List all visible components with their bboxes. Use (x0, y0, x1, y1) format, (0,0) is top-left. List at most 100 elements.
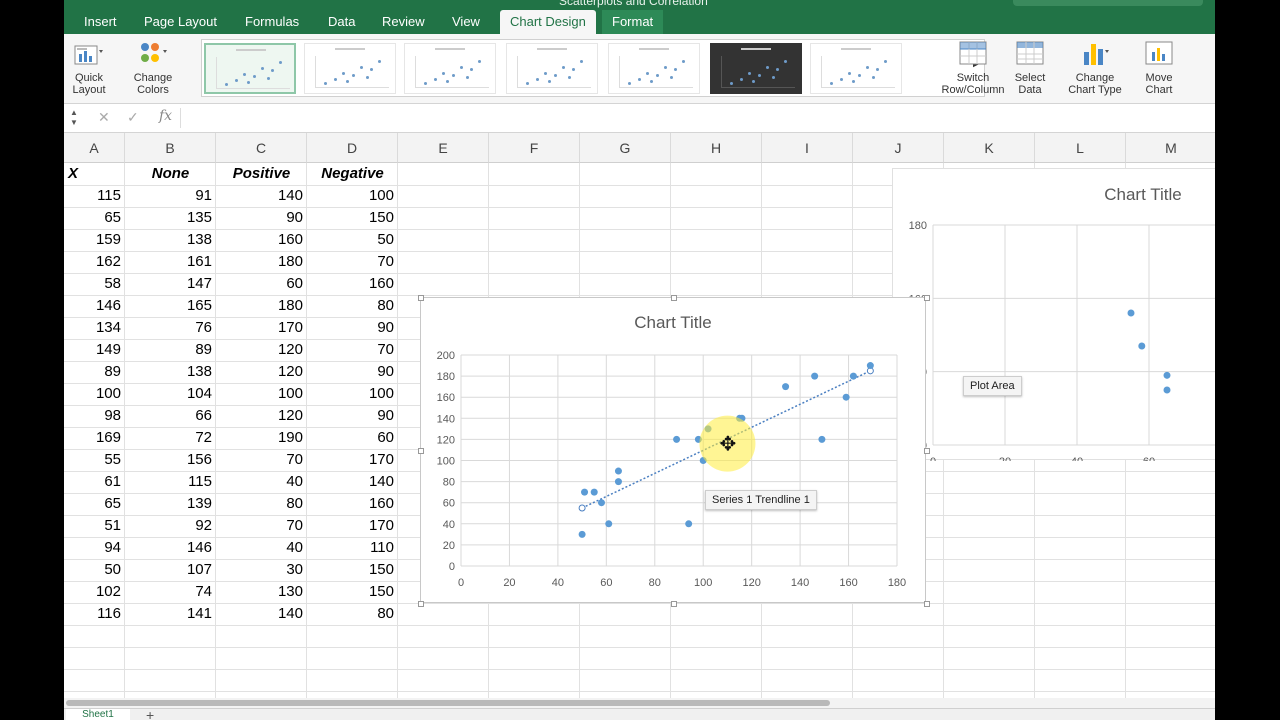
scatter-point[interactable] (782, 383, 790, 391)
resize-handle[interactable] (924, 601, 930, 607)
column-header-i[interactable]: I (762, 133, 853, 163)
search-sheet-box[interactable] (1013, 0, 1203, 6)
tab-insert[interactable]: Insert (74, 10, 127, 34)
scatter-point[interactable] (849, 372, 857, 380)
select-data-button[interactable]: Select Data (1008, 38, 1052, 96)
change-colors-icon (137, 38, 169, 68)
title-bar: Scatterplots and Correlation (64, 0, 1215, 10)
scatter-point[interactable] (605, 520, 613, 528)
fx-icon[interactable]: fx (159, 108, 172, 124)
thumbnail-point (452, 74, 455, 77)
column-header-k[interactable]: K (944, 133, 1035, 163)
resize-handle[interactable] (418, 601, 424, 607)
thumbnail-point (650, 80, 653, 83)
tab-data[interactable]: Data (318, 10, 365, 34)
chart-style-thumbnail[interactable] (710, 43, 802, 94)
chart-title[interactable]: Chart Title (634, 313, 711, 332)
chart-style-thumbnail[interactable] (304, 43, 396, 94)
scatter-point[interactable] (1163, 371, 1171, 379)
resize-handle[interactable] (671, 295, 677, 301)
chart-style-thumbnail[interactable] (204, 43, 296, 94)
scatter-point[interactable] (1127, 309, 1135, 317)
tab-format[interactable]: Format (602, 10, 664, 34)
change-chart-type-button[interactable]: Change Chart Type (1064, 38, 1126, 96)
chart-style-thumbnail[interactable] (810, 43, 902, 94)
quick-layout-icon (73, 38, 105, 68)
scatter-point[interactable] (811, 372, 819, 380)
plot-area[interactable] (933, 225, 1215, 445)
thumbnail-title-line (435, 48, 465, 50)
column-header-e[interactable]: E (398, 133, 489, 163)
table-cell: 130 (277, 583, 303, 600)
thumbnail-point (554, 74, 557, 77)
column-header-f[interactable]: F (489, 133, 580, 163)
cancel-icon[interactable]: ✕ (98, 109, 110, 126)
thumbnail-point (466, 76, 469, 79)
column-header-c[interactable]: C (216, 133, 307, 163)
chart-style-thumbnail[interactable] (404, 43, 496, 94)
scatter-point[interactable] (842, 393, 850, 401)
resize-handle[interactable] (924, 295, 930, 301)
scatter-point[interactable] (581, 488, 589, 496)
tab-formulas[interactable]: Formulas (235, 10, 309, 34)
x-tick-label: 40 (1071, 456, 1083, 461)
chart-style-thumbnail[interactable] (608, 43, 700, 94)
scatter-point[interactable] (578, 530, 586, 538)
scroll-thumb[interactable] (66, 700, 830, 706)
tab-chart-design[interactable]: Chart Design (500, 10, 596, 34)
resize-handle[interactable] (924, 448, 930, 454)
quick-layout-button[interactable]: Quick Layout (70, 38, 108, 96)
column-header-d[interactable]: D (307, 133, 398, 163)
chart-svg[interactable]: Chart Title 0 20 40 60 80 100 120 140 160 180 0 20 40… (421, 298, 927, 604)
tab-review[interactable]: Review (372, 10, 435, 34)
column-header-j[interactable]: J (853, 133, 944, 163)
scatter-point[interactable] (818, 435, 826, 443)
column-header-m[interactable]: M (1126, 133, 1215, 163)
table-cell: 115 (97, 187, 121, 204)
scatter-point[interactable] (866, 362, 874, 370)
trendline-handle[interactable] (578, 504, 586, 512)
column-header-a[interactable]: A (64, 133, 125, 163)
resize-handle[interactable] (418, 295, 424, 301)
chart-style-thumbnail[interactable] (506, 43, 598, 94)
scatter-point[interactable] (1163, 386, 1171, 394)
chart-svg[interactable]: Chart Title020406080100120140160180 (893, 169, 1215, 468)
resize-handle[interactable] (418, 448, 424, 454)
thumbnail-plot (216, 57, 290, 89)
enter-icon[interactable]: ✓ (127, 109, 139, 126)
add-sheet-button[interactable]: + (146, 707, 154, 720)
move-chart-button[interactable]: Move Chart (1138, 38, 1180, 96)
x-tick-label: 120 (742, 577, 760, 589)
thumbnail-point (664, 66, 667, 69)
chart-selected[interactable]: Chart Title 0 20 40 60 80 100 120 140 160 180 0 20 40… (418, 295, 930, 607)
scatter-point[interactable] (590, 488, 598, 496)
table-cell: 161 (186, 253, 212, 270)
thumbnail-point (740, 78, 743, 81)
tab-page-layout[interactable]: Page Layout (134, 10, 227, 34)
scatter-point[interactable] (614, 467, 622, 475)
scatter-point[interactable] (685, 520, 693, 528)
scatter-point[interactable] (614, 478, 622, 486)
chart-background[interactable]: Chart Title020406080100120140160180Plot … (892, 168, 1215, 468)
column-header-g[interactable]: G (580, 133, 671, 163)
table-cell: 91 (195, 187, 212, 204)
column-header-h[interactable]: H (671, 133, 762, 163)
scatter-point[interactable] (597, 499, 605, 507)
table-cell: 80 (377, 605, 394, 622)
name-box-spinner-icon[interactable]: ▲ ▼ (70, 108, 78, 128)
thumbnail-title-line (639, 48, 669, 50)
switch-row-column-button[interactable]: Switch Row/Column (940, 38, 1006, 96)
scatter-point[interactable] (673, 435, 681, 443)
horizontal-scrollbar[interactable] (64, 698, 1215, 708)
resize-handle[interactable] (671, 601, 677, 607)
change-colors-button[interactable]: Change Colors (130, 38, 176, 96)
thumbnail-point (572, 68, 575, 71)
chart-title[interactable]: Chart Title (1104, 185, 1181, 204)
tab-view[interactable]: View (442, 10, 490, 34)
scatter-point[interactable] (1138, 342, 1146, 350)
column-header-b[interactable]: B (125, 133, 216, 163)
x-tick-label: 60 (1143, 456, 1155, 461)
worksheet-grid[interactable]: ABCDEFGHIJKLM X None Positive Negative 115 91… (64, 133, 1215, 698)
column-header-l[interactable]: L (1035, 133, 1126, 163)
sheet-tab-sheet1[interactable]: Sheet1 (66, 709, 130, 720)
